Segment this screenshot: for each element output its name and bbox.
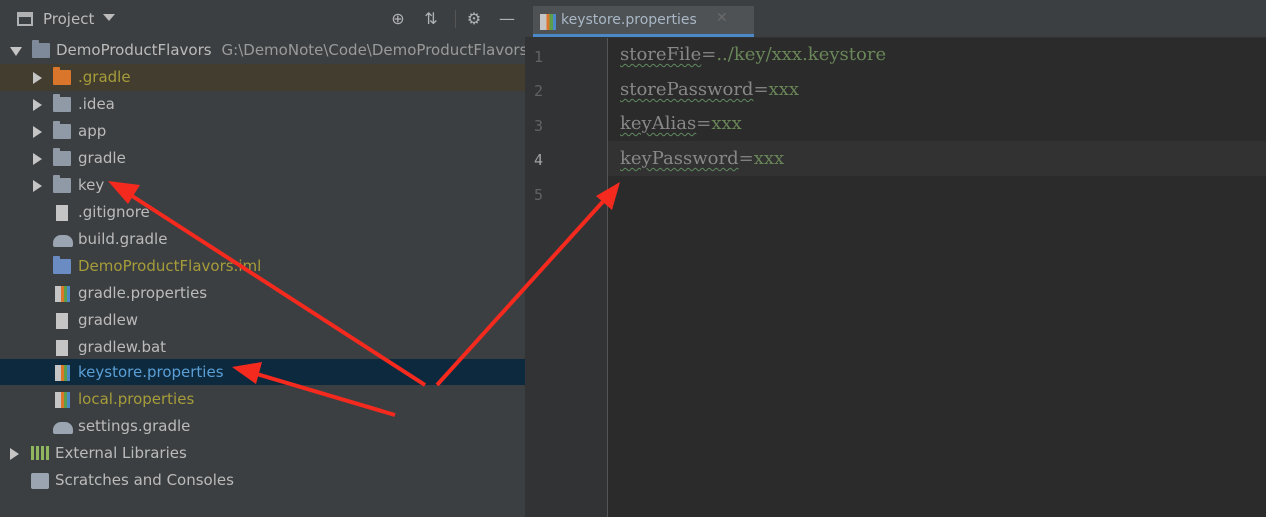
tree-item-build-gradle[interactable]: build.gradle	[0, 226, 525, 253]
project-panel: Project ⊕ ⇅ ⚙ — DemoProductFlavors G:\Dem…	[0, 0, 528, 517]
property-key: keyAlias	[620, 113, 697, 134]
tree-item-label: .gitignore	[78, 203, 150, 221]
collapsed-arrow-icon[interactable]	[10, 448, 19, 460]
scratches-icon	[31, 473, 49, 489]
tree-item-app[interactable]: app	[0, 118, 525, 145]
tree-root-item[interactable]: DemoProductFlavors G:\DemoNote\Code\DemoP…	[0, 37, 528, 64]
tree-item-gradle-properties[interactable]: gradle.properties	[0, 280, 525, 307]
tree-item-label: gradle	[78, 149, 126, 167]
project-panel-header: Project ⊕ ⇅ ⚙ —	[0, 0, 525, 38]
property-key: storeFile	[620, 44, 702, 65]
tree-item-label: settings.gradle	[78, 417, 191, 435]
tree-item-external-libraries[interactable]: External Libraries	[0, 440, 525, 467]
code-line[interactable]: keyPassword=xxx	[620, 148, 784, 169]
tree-item-label: .gradle	[78, 68, 131, 86]
line-number: 4	[534, 151, 544, 169]
module-folder-icon	[53, 121, 71, 139]
line-number: 3	[534, 117, 544, 135]
close-icon[interactable]: ✕	[716, 10, 728, 26]
project-view-title[interactable]: Project	[43, 10, 94, 28]
collapsed-arrow-icon[interactable]	[33, 153, 42, 165]
tree-item-label: External Libraries	[55, 444, 187, 462]
tree-item-label: local.properties	[78, 390, 195, 408]
code-line[interactable]: keyAlias=xxx	[620, 113, 742, 134]
text-file-icon	[56, 313, 68, 329]
module-file-icon	[53, 256, 71, 274]
tree-item-key[interactable]: key	[0, 172, 525, 199]
tree-item-keystore-properties[interactable]: keystore.properties	[0, 359, 525, 385]
tree-item-label: DemoProductFlavors.iml	[78, 257, 262, 275]
gradle-elephant-icon	[53, 422, 73, 434]
tree-item-gradlew-bat[interactable]: gradlew.bat	[0, 334, 525, 361]
code-line[interactable]: storePassword=xxx	[620, 79, 799, 100]
collapse-all-icon[interactable]: ⇅	[421, 9, 441, 29]
tree-item-label: build.gradle	[78, 230, 168, 248]
code-line[interactable]: storeFile=../key/xxx.keystore	[620, 44, 886, 65]
property-value: ../key/xxx.keystore	[716, 44, 887, 65]
tab-label: keystore.properties	[561, 12, 697, 28]
tree-item-label: gradlew	[78, 311, 139, 329]
text-file-icon	[56, 340, 68, 356]
property-equals: =	[696, 113, 712, 134]
property-equals: =	[738, 148, 754, 169]
folder-icon	[53, 175, 71, 193]
chevron-down-icon[interactable]	[103, 14, 115, 21]
folder-icon	[53, 148, 71, 166]
expanded-arrow-icon[interactable]	[10, 47, 22, 56]
minimize-icon[interactable]: —	[497, 9, 517, 29]
tree-item-dot-gradle[interactable]: .gradle	[0, 64, 525, 91]
line-number: 2	[534, 82, 544, 100]
property-key: storePassword	[620, 79, 754, 100]
library-icon	[31, 446, 49, 460]
folder-icon	[53, 67, 71, 85]
tree-item-gradle[interactable]: gradle	[0, 145, 525, 172]
tree-item-local-properties[interactable]: local.properties	[0, 386, 525, 413]
tree-item-label: gradlew.bat	[78, 338, 167, 356]
locate-icon[interactable]: ⊕	[388, 9, 408, 29]
tree-item-label: gradle.properties	[78, 284, 208, 302]
properties-file-icon	[55, 286, 70, 302]
folder-icon	[53, 94, 71, 112]
line-number: 5	[534, 186, 544, 204]
tree-item-iml[interactable]: DemoProductFlavors.iml	[0, 253, 525, 280]
gradle-elephant-icon	[53, 235, 73, 247]
line-number-gutter	[525, 38, 608, 517]
property-key: keyPassword	[620, 148, 739, 169]
property-value: xxx	[768, 79, 800, 100]
tree-item-label: app	[78, 122, 107, 140]
tab-keystore-properties[interactable]: keystore.properties ✕	[533, 6, 754, 37]
tree-item-idea[interactable]: .idea	[0, 91, 525, 118]
tree-item-gradlew[interactable]: gradlew	[0, 307, 525, 334]
properties-file-icon	[540, 14, 556, 30]
gear-icon[interactable]: ⚙	[464, 9, 484, 29]
properties-file-icon	[55, 365, 70, 381]
collapsed-arrow-icon[interactable]	[33, 99, 42, 111]
collapsed-arrow-icon[interactable]	[33, 72, 42, 84]
tree-item-label: Scratches and Consoles	[55, 471, 234, 489]
root-path: G:\DemoNote\Code\DemoProductFlavors	[221, 41, 528, 59]
tree-item-label: .idea	[78, 95, 115, 113]
module-folder-icon	[32, 40, 50, 58]
toolbar-divider	[455, 10, 456, 28]
tree-item-label: keystore.properties	[78, 363, 224, 381]
text-file-icon	[56, 205, 68, 221]
project-view-icon[interactable]	[17, 12, 33, 26]
property-value: xxx	[711, 113, 742, 134]
tree-item-scratches[interactable]: Scratches and Consoles	[0, 467, 525, 494]
property-equals: =	[701, 44, 717, 65]
collapsed-arrow-icon[interactable]	[33, 180, 42, 192]
editor-tab-bar: keystore.properties ✕	[525, 0, 1266, 38]
properties-file-icon	[55, 392, 70, 408]
line-number: 1	[534, 48, 544, 66]
collapsed-arrow-icon[interactable]	[33, 126, 42, 138]
property-value: xxx	[753, 148, 785, 169]
property-equals: =	[753, 79, 769, 100]
tree-item-gitignore[interactable]: .gitignore	[0, 199, 525, 226]
tree-item-label: key	[78, 176, 105, 194]
root-name: DemoProductFlavors	[56, 41, 212, 59]
tree-item-settings-gradle[interactable]: settings.gradle	[0, 413, 525, 440]
